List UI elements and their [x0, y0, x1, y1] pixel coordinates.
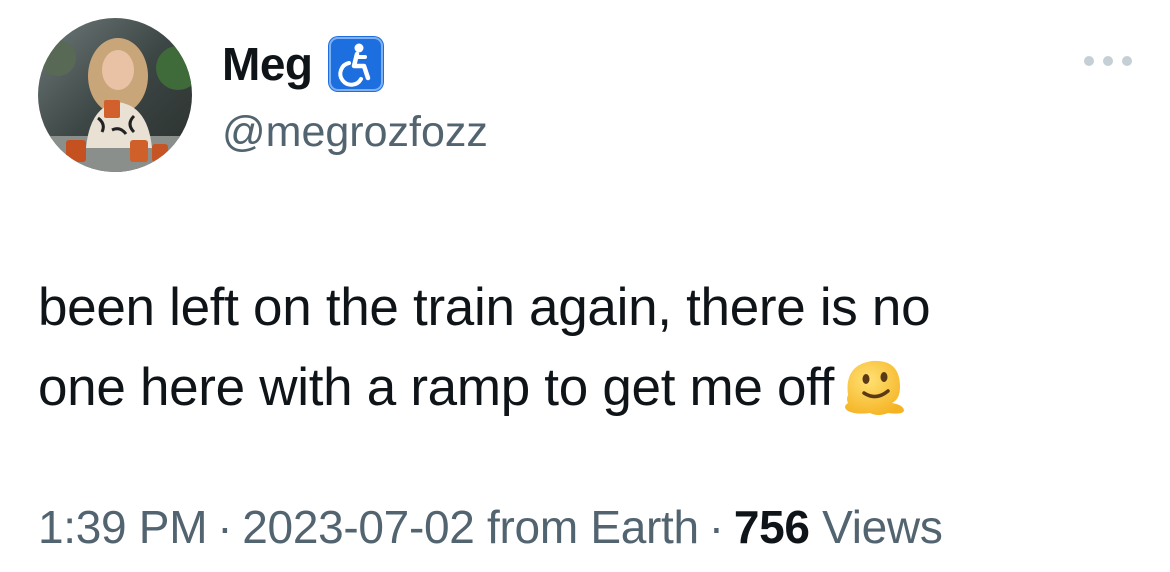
tweet-meta: 1:39 PM · 2023-07-02 from Earth · 756 Views: [38, 500, 943, 554]
author-name-row[interactable]: Meg: [222, 36, 385, 92]
views-count[interactable]: 756: [734, 501, 810, 553]
tweet-date[interactable]: 2023-07-02: [242, 501, 475, 553]
accessibility-icon: [327, 35, 385, 93]
author-handle[interactable]: @megrozfozz: [222, 108, 488, 157]
more-options-icon: [1084, 56, 1094, 66]
tweet-text-line-2: one here with a ramp to get me off: [38, 358, 835, 417]
more-options-button[interactable]: [1084, 48, 1132, 74]
more-options-icon-dot: [1103, 56, 1113, 66]
melting-face-icon: [842, 355, 908, 417]
avatar[interactable]: [38, 18, 192, 172]
tweet-text: been left on the train again, there is n…: [38, 268, 1138, 428]
separator: ·: [708, 501, 724, 553]
tweet-text-line: one here with a ramp to get me off: [38, 348, 1138, 428]
more-options-icon-dot: [1122, 56, 1132, 66]
tweet-text-line: been left on the train again, there is n…: [38, 278, 931, 337]
tweet-source: from Earth: [487, 501, 699, 553]
separator: ·: [217, 501, 233, 553]
avatar-photo: [38, 18, 192, 172]
tweet-time[interactable]: 1:39 PM: [38, 501, 208, 553]
views-label[interactable]: Views: [822, 501, 943, 553]
display-name[interactable]: Meg: [222, 37, 313, 91]
